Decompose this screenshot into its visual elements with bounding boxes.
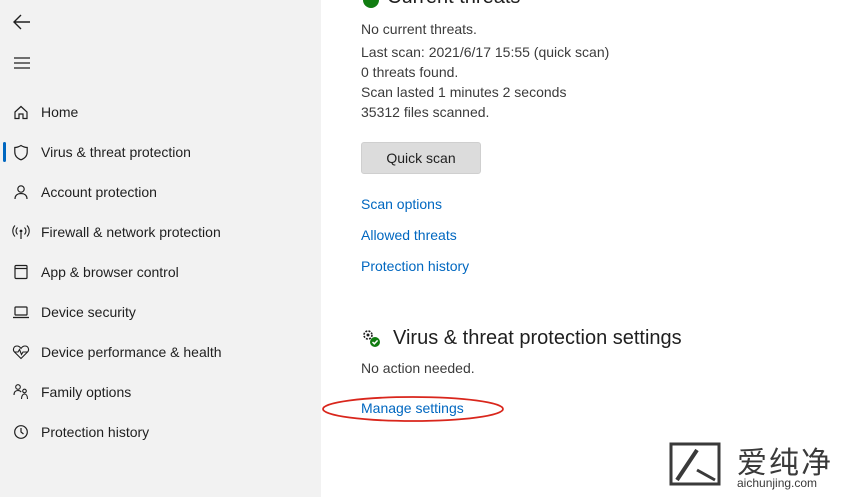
- status-ok-icon: [363, 0, 379, 8]
- sidebar-item-label: Virus & threat protection: [41, 144, 191, 160]
- sidebar-item-device-performance-health[interactable]: Device performance & health: [0, 334, 321, 370]
- sidebar-item-label: Account protection: [41, 184, 157, 200]
- sidebar-item-label: Protection history: [41, 424, 150, 440]
- sidebar-item-label: Firewall & network protection: [41, 224, 221, 240]
- active-indicator: [3, 142, 6, 162]
- home-icon: [12, 103, 30, 121]
- sidebar-item-firewall-network-protection[interactable]: Firewall & network protection: [0, 214, 321, 250]
- last-scan-text: Last scan: 2021/6/17 15:55 (quick scan): [361, 44, 610, 60]
- sidebar-item-label: App & browser control: [41, 264, 179, 280]
- watermark-url: aichunjing.com: [737, 476, 818, 490]
- antenna-icon: [12, 223, 30, 241]
- sidebar-item-family-options[interactable]: Family options: [0, 374, 321, 410]
- scan-options-link[interactable]: Scan options: [361, 196, 442, 212]
- settings-section-title: Virus & threat protection settings: [393, 327, 682, 349]
- heart-pulse-icon: [12, 343, 30, 361]
- sidebar-item-home[interactable]: Home: [0, 94, 321, 130]
- files-scanned-text: 35312 files scanned.: [361, 104, 490, 120]
- protection-history-link[interactable]: Protection history: [361, 258, 469, 274]
- app-window-icon: [12, 263, 30, 281]
- watermark-logo-icon: [669, 442, 721, 486]
- hamburger-menu-icon[interactable]: [8, 51, 36, 75]
- sidebar: Home Virus & threat protection Account p…: [0, 0, 321, 497]
- sidebar-item-label: Family options: [41, 384, 132, 400]
- back-arrow-icon[interactable]: [8, 10, 36, 34]
- sidebar-item-virus-threat-protection[interactable]: Virus & threat protection: [0, 134, 321, 170]
- shield-icon: [12, 143, 30, 161]
- sidebar-item-account-protection[interactable]: Account protection: [0, 174, 321, 210]
- threat-status-text: No current threats.: [361, 21, 477, 37]
- history-icon: [12, 423, 30, 441]
- allowed-threats-link[interactable]: Allowed threats: [361, 227, 457, 243]
- sidebar-item-label: Device performance & health: [41, 344, 222, 360]
- current-threats-title: Current threats: [387, 0, 520, 9]
- manage-settings-link[interactable]: Manage settings: [361, 400, 464, 416]
- sidebar-item-label: Home: [41, 104, 79, 120]
- main-content: Current threats No current threats. Last…: [321, 0, 861, 497]
- sidebar-item-app-browser-control[interactable]: App & browser control: [0, 254, 321, 290]
- sidebar-item-protection-history[interactable]: Protection history: [0, 414, 321, 450]
- scan-duration-text: Scan lasted 1 minutes 2 seconds: [361, 84, 567, 100]
- sidebar-item-device-security[interactable]: Device security: [0, 294, 321, 330]
- watermark: 爱纯净 aichunjing.com: [667, 432, 861, 497]
- gear-check-icon: [363, 330, 380, 347]
- family-icon: [12, 383, 30, 401]
- laptop-icon: [12, 303, 30, 321]
- quick-scan-button[interactable]: Quick scan: [361, 142, 481, 174]
- sidebar-item-label: Device security: [41, 304, 136, 320]
- person-icon: [12, 183, 30, 201]
- settings-status-text: No action needed.: [361, 360, 475, 376]
- threats-found-text: 0 threats found.: [361, 64, 459, 80]
